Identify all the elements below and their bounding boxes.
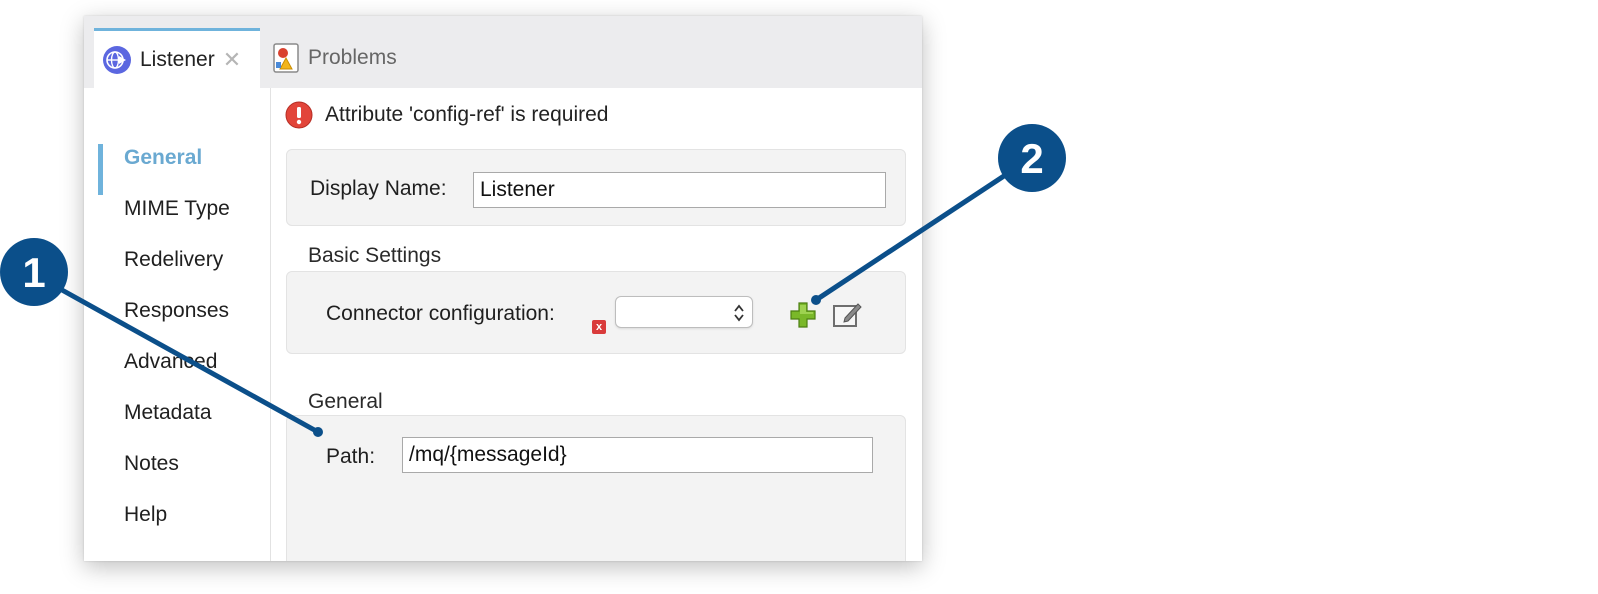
callout-2-number: 2: [1020, 135, 1043, 182]
callout-1-pointer: [59, 287, 321, 435]
callout-2-dot: [811, 295, 821, 305]
callout-overlay: 1 2: [0, 124, 1066, 437]
callout-1-number: 1: [22, 249, 45, 296]
callout-1-dot: [313, 427, 323, 437]
callout-2-pointer: [813, 169, 1013, 303]
